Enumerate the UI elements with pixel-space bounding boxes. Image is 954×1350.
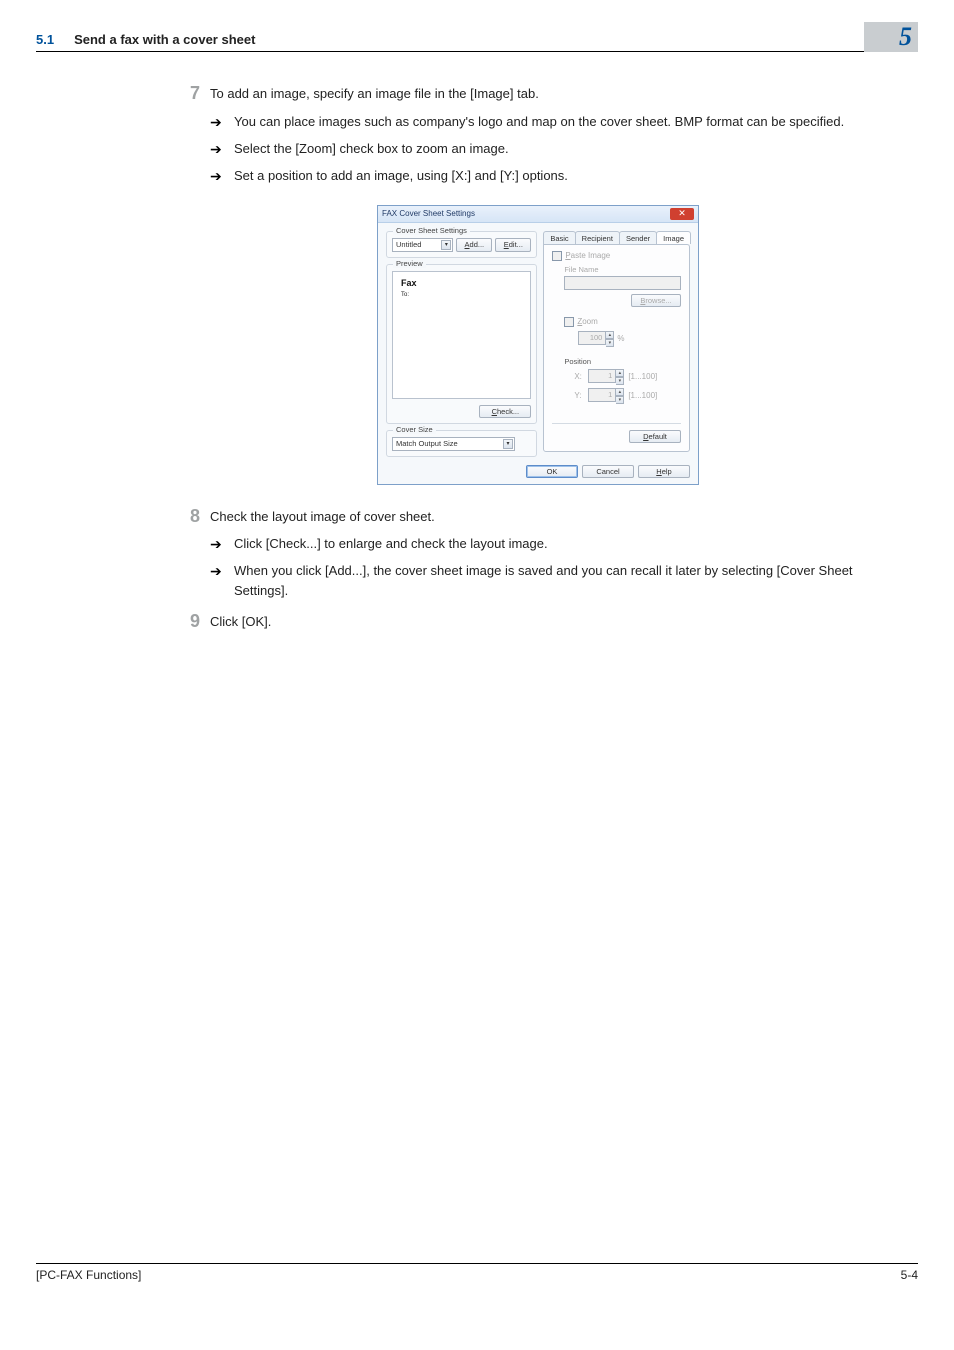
x-range: [1...100] [628,372,657,381]
tab-recipient[interactable]: Recipient [575,231,620,244]
chevron-up-icon: ▴ [606,331,614,339]
cover-size-group: Cover Size Match Output Size▾ [386,430,537,457]
y-label: Y: [574,391,584,400]
page-header: 5.1 Send a fax with a cover sheet 5 [36,22,918,52]
step7-sub1: You can place images such as company's l… [234,112,910,133]
chevron-down-icon: ▾ [441,240,451,250]
arrow-icon: ➔ [210,139,234,160]
step-text: To add an image, specify an image file i… [210,86,539,101]
zoom-spinner[interactable]: 100▴▾ [578,331,614,347]
x-spinner[interactable]: 1▴▾ [588,369,624,385]
step7-sub3: Set a position to add an image, using [X… [234,166,910,187]
arrow-icon: ➔ [210,166,234,187]
cover-size-select[interactable]: Match Output Size▾ [392,437,515,451]
preview-group: Preview Fax To: Check... [386,264,537,424]
zoom-checkbox[interactable]: Zoom [564,317,597,327]
step8-sub1: Click [Check...] to enlarge and check th… [234,534,910,555]
group-title: Cover Size [393,425,436,434]
cover-sheet-select[interactable]: Untitled▾ [392,238,453,252]
chapter-number: 5 [899,22,912,52]
step-8: 8 Check the layout image of cover sheet.… [166,507,910,601]
ok-button[interactable]: OK [526,465,578,478]
chevron-down-icon: ▾ [503,439,513,449]
cancel-button[interactable]: Cancel [582,465,634,478]
chevron-up-icon: ▴ [616,388,624,396]
image-tab-panel: Paste Image File Name Browse... Zoom [543,244,690,452]
chevron-down-icon: ▾ [606,339,614,347]
zoom-pct-label: % [617,334,624,343]
arrow-icon: ➔ [210,112,234,133]
section-title: Send a fax with a cover sheet [74,32,255,51]
check-button[interactable]: Check... [479,405,531,418]
chevron-down-icon: ▾ [616,396,624,404]
tab-image[interactable]: Image [656,231,691,244]
tab-basic[interactable]: Basic [543,231,575,244]
edit-button[interactable]: Edit... [495,238,531,252]
preview-title: Fax [401,278,522,288]
group-title: Preview [393,259,426,268]
dialog-title: FAX Cover Sheet Settings [382,209,475,218]
close-button[interactable]: ✕ [670,208,694,220]
step-number: 7 [166,84,210,187]
arrow-icon: ➔ [210,561,234,600]
step-number: 8 [166,507,210,601]
position-label: Position [564,357,681,366]
fax-cover-sheet-dialog: FAX Cover Sheet Settings ✕ Cover Sheet S… [377,205,699,485]
group-title: Cover Sheet Settings [393,226,470,235]
cover-sheet-settings-group: Cover Sheet Settings Untitled▾ Add... Ed… [386,231,537,258]
arrow-icon: ➔ [210,534,234,555]
y-spinner[interactable]: 1▴▾ [588,388,624,404]
preview-line: To: [401,292,522,298]
step-9: 9 Click [OK]. [166,612,910,632]
file-name-input[interactable] [564,276,681,290]
add-button[interactable]: Add... [456,238,492,252]
step-number: 9 [166,612,210,632]
preview-area: Fax To: [392,271,531,399]
help-button[interactable]: Help [638,465,690,478]
step-text: Check the layout image of cover sheet. [210,509,435,524]
browse-button[interactable]: Browse... [631,294,681,307]
x-label: X: [574,372,584,381]
close-icon: ✕ [678,209,686,218]
default-button[interactable]: Default [629,430,681,443]
section-number: 5.1 [36,32,54,51]
page-footer: [PC-FAX Functions] 5-4 [36,1263,918,1282]
chevron-up-icon: ▴ [616,369,624,377]
step7-sub2: Select the [Zoom] check box to zoom an i… [234,139,910,160]
tab-sender[interactable]: Sender [619,231,657,244]
footer-left: [PC-FAX Functions] [36,1268,141,1282]
file-name-label: File Name [564,265,681,274]
step8-sub2: When you click [Add...], the cover sheet… [234,561,910,600]
paste-image-checkbox[interactable]: Paste Image [552,251,681,261]
step-7: 7 To add an image, specify an image file… [166,84,910,187]
y-range: [1...100] [628,391,657,400]
chevron-down-icon: ▾ [616,377,624,385]
step-text: Click [OK]. [210,614,271,629]
footer-page-number: 5-4 [901,1268,918,1282]
